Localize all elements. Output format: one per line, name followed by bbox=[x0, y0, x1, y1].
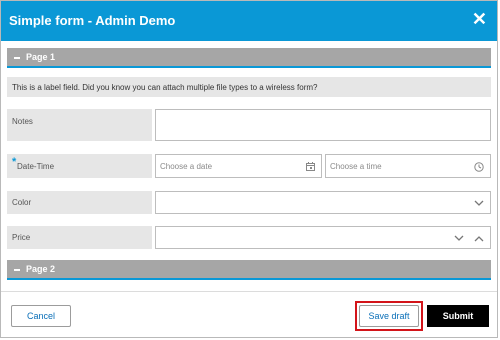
submit-button[interactable]: Submit bbox=[427, 305, 489, 327]
chevron-up-icon[interactable] bbox=[474, 235, 484, 242]
footer-divider bbox=[1, 291, 497, 292]
notes-label: Notes bbox=[12, 117, 33, 126]
color-label: Color bbox=[12, 198, 32, 207]
save-draft-button[interactable]: Save draft bbox=[359, 305, 419, 327]
required-marker: * bbox=[12, 156, 17, 168]
collapse-dash-icon bbox=[14, 269, 20, 271]
color-label-cell: Color bbox=[7, 191, 152, 214]
notes-label-cell: Notes bbox=[7, 109, 152, 141]
section-header-page-1[interactable]: Page 1 bbox=[7, 48, 491, 68]
section-label: Page 1 bbox=[26, 52, 56, 62]
section-header-page-2[interactable]: Page 2 bbox=[7, 260, 491, 280]
info-label-field: This is a label field. Did you know you … bbox=[7, 77, 491, 97]
form-dialog: Simple form - Admin Demo ✕ Page 1 This i… bbox=[0, 0, 498, 338]
price-label-cell: Price bbox=[7, 226, 152, 249]
datetime-label-cell: * Date-Time bbox=[7, 154, 152, 178]
datetime-label: Date-Time bbox=[17, 162, 55, 171]
dialog-title: Simple form - Admin Demo bbox=[9, 13, 176, 28]
price-label: Price bbox=[12, 233, 31, 242]
close-icon[interactable]: ✕ bbox=[472, 10, 487, 28]
dialog-title-bar: Simple form - Admin Demo ✕ bbox=[1, 1, 497, 41]
color-select[interactable] bbox=[155, 191, 491, 214]
price-stepper[interactable] bbox=[155, 226, 491, 249]
chevron-down-icon[interactable] bbox=[454, 235, 464, 242]
cancel-button[interactable]: Cancel bbox=[11, 305, 71, 327]
chevron-down-icon[interactable] bbox=[474, 200, 484, 207]
clock-icon[interactable] bbox=[474, 162, 484, 172]
time-picker-field[interactable]: Choose a time bbox=[325, 154, 491, 178]
time-placeholder: Choose a time bbox=[330, 162, 382, 171]
date-picker-field[interactable]: Choose a date bbox=[155, 154, 322, 178]
collapse-dash-icon bbox=[14, 57, 20, 59]
date-placeholder: Choose a date bbox=[160, 162, 213, 171]
notes-field[interactable] bbox=[155, 109, 491, 141]
info-label-text: This is a label field. Did you know you … bbox=[12, 83, 318, 92]
form-body[interactable]: Page 1 This is a label field. Did you kn… bbox=[1, 41, 497, 291]
calendar-icon[interactable] bbox=[306, 162, 315, 171]
section-label: Page 2 bbox=[26, 264, 56, 274]
